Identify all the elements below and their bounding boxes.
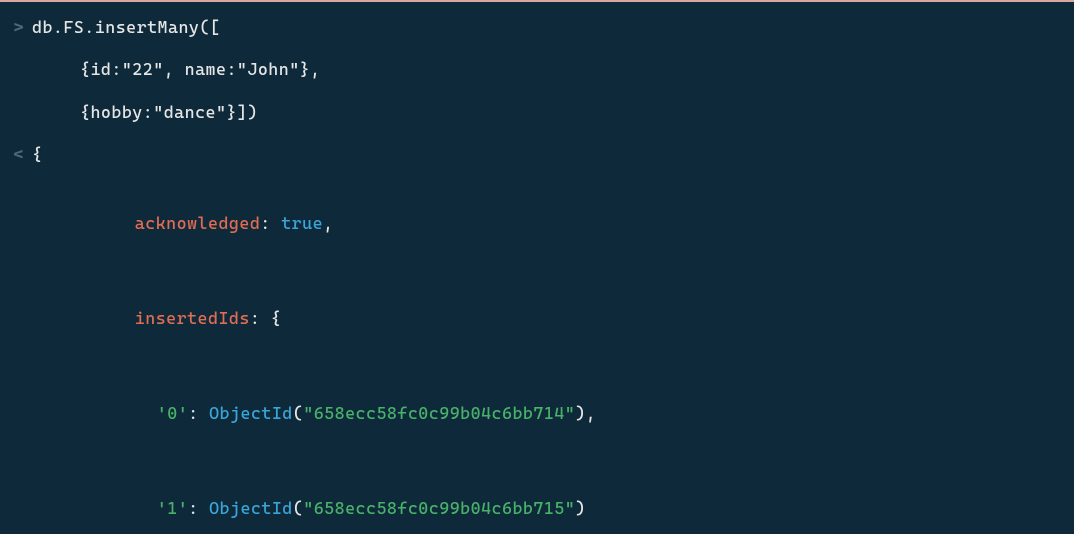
colon: : xyxy=(188,403,209,423)
comma: , xyxy=(323,213,333,233)
json-index-key: '1' xyxy=(157,498,188,518)
comma: , xyxy=(586,403,596,423)
output-line-ack: acknowledged: true, xyxy=(0,175,1074,270)
code-text: {hobby:"dance"}]) xyxy=(32,99,258,125)
paren-open: ( xyxy=(293,403,303,423)
json-bool: true xyxy=(281,213,323,233)
terminal-output[interactable]: > db.FS.insertMany([ {id:"22", name:"Joh… xyxy=(0,2,1074,534)
brace-open: { xyxy=(271,308,281,328)
paren-close: ) xyxy=(575,403,585,423)
output-line-ins-open: insertedIds: { xyxy=(0,270,1074,365)
output-line-open: < { xyxy=(0,133,1074,175)
input-line-1: > db.FS.insertMany([ xyxy=(0,6,1074,48)
objectid-fn: ObjectId xyxy=(209,403,293,423)
output-line-id-0: '0': ObjectId("658ecc58fc0c99b04c6bb714"… xyxy=(0,365,1074,460)
separator: : xyxy=(250,308,271,328)
json-key: acknowledged xyxy=(135,213,261,233)
json-key: insertedIds xyxy=(135,308,250,328)
paren-close: ) xyxy=(575,498,585,518)
input-prompt-icon: > xyxy=(0,14,32,40)
input-line-2: {id:"22", name:"John"}, xyxy=(0,48,1074,90)
separator: : xyxy=(260,213,281,233)
objectid-fn: ObjectId xyxy=(209,498,293,518)
output-prompt-icon: < xyxy=(0,141,32,167)
code-text: db.FS.insertMany([ xyxy=(32,14,220,40)
output-line-id-1: '1': ObjectId("658ecc58fc0c99b04c6bb715"… xyxy=(0,460,1074,534)
objectid-value: "658ecc58fc0c99b04c6bb715" xyxy=(303,498,575,518)
input-line-3: {hobby:"dance"}]) xyxy=(0,91,1074,133)
objectid-value: "658ecc58fc0c99b04c6bb714" xyxy=(303,403,575,423)
paren-open: ( xyxy=(293,498,303,518)
json-index-key: '0' xyxy=(157,403,188,423)
code-text: {id:"22", name:"John"}, xyxy=(32,56,321,82)
colon: : xyxy=(188,498,209,518)
brace: { xyxy=(32,141,42,167)
